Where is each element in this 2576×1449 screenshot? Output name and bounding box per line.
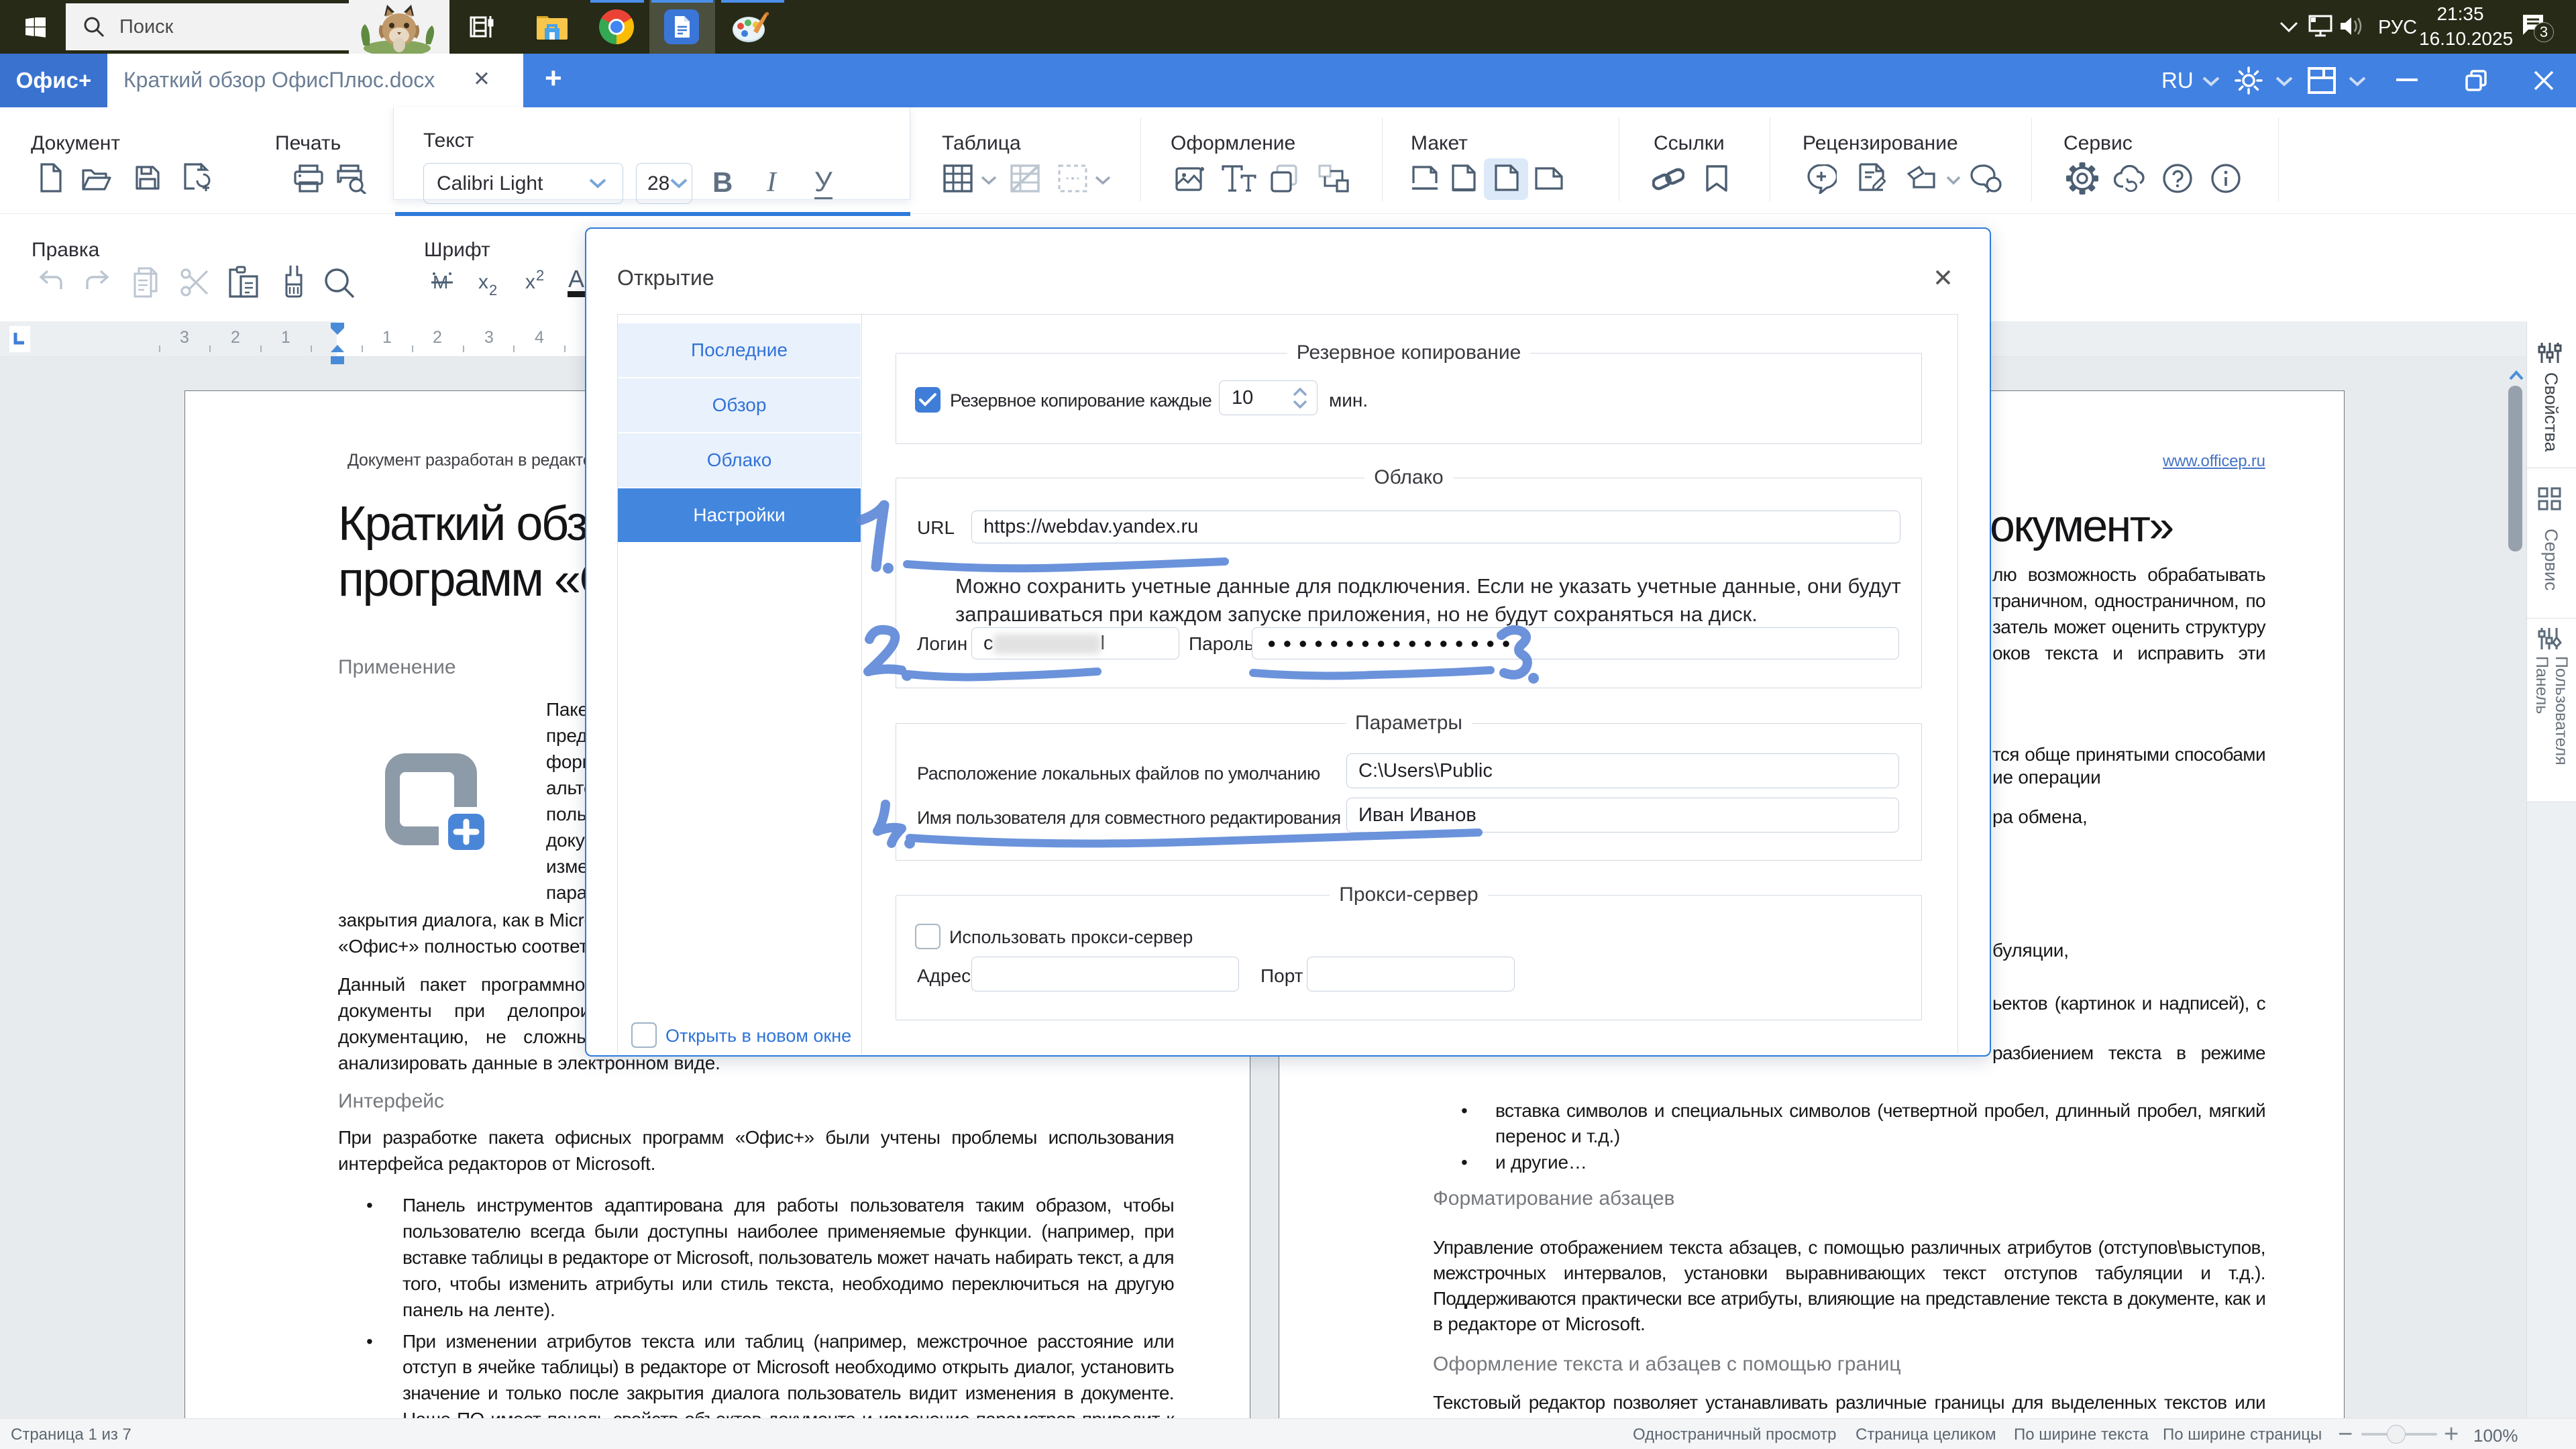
svg-text:2: 2 [536,268,544,284]
svg-text:x: x [525,271,535,292]
svg-text:2: 2 [489,282,497,297]
svg-text:А: А [568,266,584,292]
svg-text:x: x [478,272,488,293]
